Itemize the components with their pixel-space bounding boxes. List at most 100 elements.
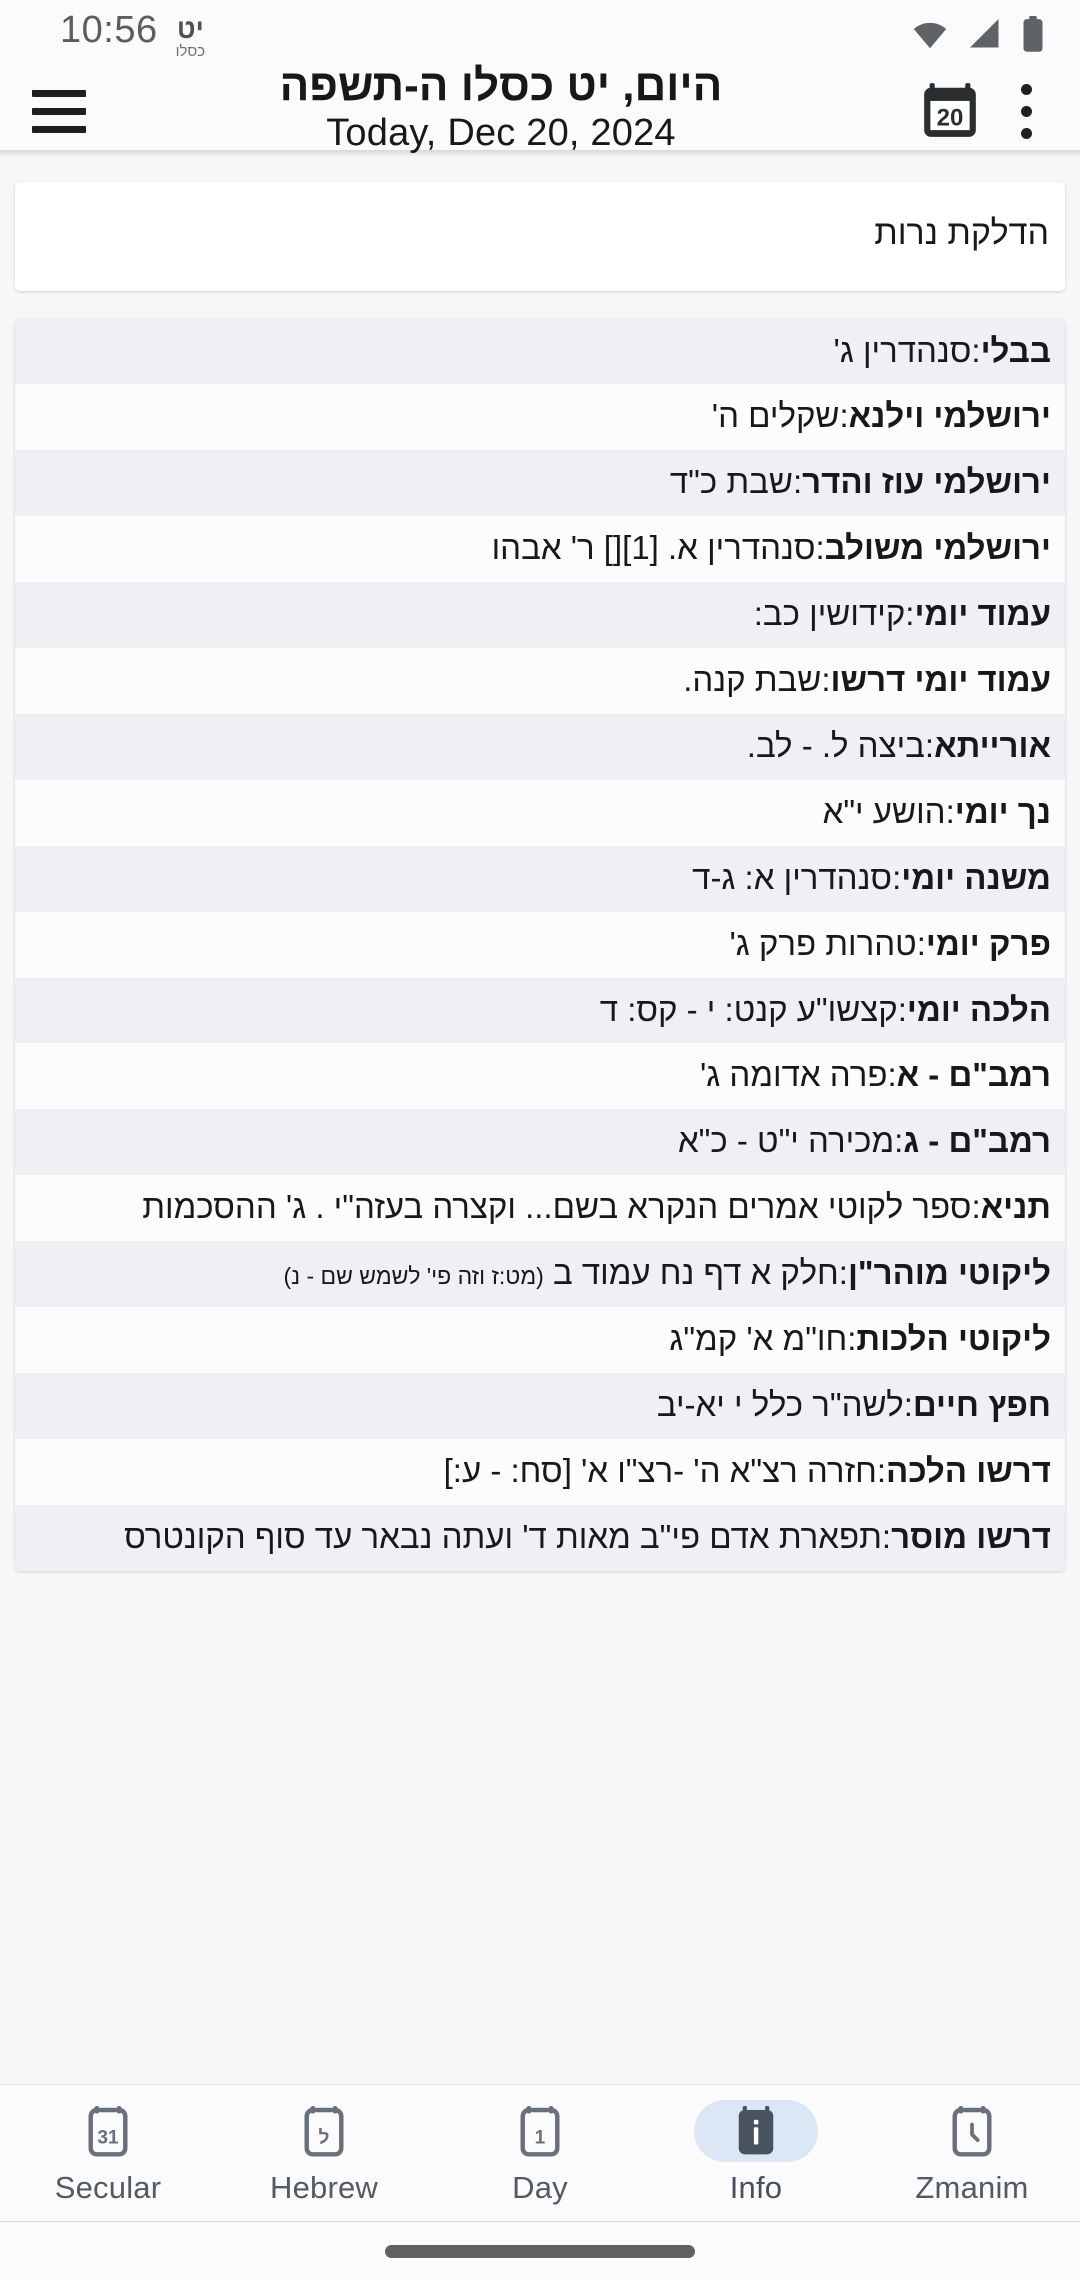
bottom-nav-label: Secular: [54, 2170, 162, 2205]
study-list-row[interactable]: תניא:ספר לקוטי אמרים הנקרא בשם... וקצרה …: [15, 1175, 1065, 1242]
study-row-value: שקלים ה': [711, 397, 840, 435]
study-row-label: ירושלמי משולב: [824, 529, 1051, 567]
study-row-value: לשה"ר כלל י יא-יב: [656, 1386, 904, 1423]
study-row-value: שבת כ"ד: [669, 463, 793, 501]
bottom-nav-item-zmanim[interactable]: Zmanim: [864, 2085, 1080, 2221]
study-row-label: בבלי: [980, 331, 1051, 369]
home-indicator: [0, 2222, 1080, 2280]
study-row-label: רמב"ם - ג: [903, 1122, 1051, 1160]
study-row-value: שבת קנה.: [683, 661, 822, 699]
svg-text:1: 1: [535, 2128, 546, 2149]
bottom-nav-label: Day: [512, 2170, 568, 2205]
study-row-value: מכירה י"ט - כ"א: [677, 1122, 895, 1160]
status-bar-left: 10:56 יט כסלו: [60, 9, 205, 63]
bottom-nav-item-info[interactable]: Info: [648, 2085, 864, 2221]
study-row-value: חלק א דף נח עמוד ב: [543, 1254, 839, 1292]
study-list-row[interactable]: משנה יומי:סנהדרין א: ג-ד: [15, 845, 1065, 912]
study-row-label: רמב"ם - א: [896, 1056, 1051, 1094]
calendar-clock-icon: [910, 2100, 1034, 2162]
study-row-label: ירושלמי עוז והדר: [802, 463, 1051, 501]
status-clock: 10:56: [60, 9, 158, 51]
battery-icon: [1020, 15, 1046, 58]
study-list-row[interactable]: עמוד יומי:קידושין כב:: [15, 582, 1065, 649]
calendar-icon-day-number: 20: [937, 104, 964, 131]
calendar-hebrew-icon: ל: [262, 2100, 386, 2162]
study-row-value: חו"מ א' קמ"ג: [669, 1320, 848, 1358]
study-row-value: טהרות פרק ג': [729, 924, 917, 962]
calendar-info-icon: [694, 2100, 818, 2162]
candle-lighting-card[interactable]: הדלקת נרות: [15, 182, 1065, 291]
bottom-nav-label: Hebrew: [269, 2170, 379, 2205]
study-row-value: סנהדרין ג': [833, 331, 972, 369]
bottom-nav-label: Info: [729, 2170, 783, 2205]
study-list-row[interactable]: חפץ חיים:לשה"ר כלל י יא-יב: [15, 1373, 1065, 1439]
bottom-nav-label: Zmanim: [915, 2170, 1029, 2205]
study-list-row[interactable]: אורייתא:ביצה ל. - לב.: [15, 713, 1065, 780]
study-list-row[interactable]: דרשו הלכה:חזרה רצ"א ה' -רצ"ו א' [סח: - ע…: [15, 1438, 1065, 1505]
bottom-navigation-bar: 31 Secular ל Hebrew 1 Day Info Zmanim: [0, 2084, 1080, 2222]
study-row-value: פרה אדומה ג': [700, 1056, 888, 1094]
study-row-value: ספר לקוטי אמרים הנקרא בשם... וקצרה בעזה"…: [142, 1188, 972, 1226]
study-list-row[interactable]: דרשו מוסר:תפארת אדם פי"ב מאות ד' ועתה נב…: [15, 1504, 1065, 1571]
study-list-row[interactable]: ליקוטי מוהר"ן:חלק א דף נח עמוד ב (מט:ז ו…: [15, 1241, 1065, 1308]
study-list-row[interactable]: פרק יומי:טהרות פרק ג': [15, 911, 1065, 978]
study-row-label: דרשו מוסר: [891, 1517, 1051, 1555]
svg-text:ל: ל: [319, 2128, 330, 2149]
study-list-row[interactable]: בבלי:סנהדרין ג': [15, 318, 1065, 385]
bottom-nav-item-hebrew[interactable]: ל Hebrew: [216, 2085, 432, 2221]
study-row-value: סנהדרין א: ג-ד: [692, 858, 893, 896]
app-bar-titles: היום, יט כסלו ה-תשפה Today, Dec 20, 2024: [90, 63, 912, 154]
study-row-value: חזרה רצ"א ה' -רצ"ו א' [סח: - ע:]: [443, 1451, 877, 1489]
study-row-label: ליקוטי הלכות: [856, 1320, 1051, 1358]
study-list-row[interactable]: רמב"ם - א:פרה אדומה ג': [15, 1043, 1065, 1110]
study-list-row[interactable]: עמוד יומי דרשו:שבת קנה.: [15, 648, 1065, 714]
status-hebrew-day: יט: [177, 14, 204, 44]
app-bar-actions: 20: [912, 73, 1054, 149]
study-row-label: ירושלמי וילנא: [848, 397, 1051, 435]
candle-lighting-text: הדלקת נרות: [874, 214, 1049, 252]
bottom-nav-item-secular[interactable]: 31 Secular: [0, 2085, 216, 2221]
bottom-nav-item-day[interactable]: 1 Day: [432, 2085, 648, 2221]
study-row-label: נך יומי: [954, 792, 1051, 830]
study-row-label: הלכה יומי: [906, 990, 1051, 1028]
study-row-note: (מט:ז וזה פי' לשמש שם - נ): [283, 1263, 544, 1290]
study-row-label: משנה יומי: [901, 858, 1051, 896]
study-row-label: עמוד יומי: [914, 595, 1051, 633]
calendar-31-icon: 31: [46, 2100, 170, 2162]
calendar-today-icon[interactable]: 20: [912, 73, 988, 149]
study-row-label: פרק יומי: [925, 924, 1051, 962]
study-row-label: תניא: [980, 1188, 1051, 1226]
study-list-row[interactable]: ליקוטי הלכות:חו"מ א' קמ"ג: [15, 1307, 1065, 1373]
study-row-label: חפץ חיים: [912, 1386, 1051, 1423]
study-list-row[interactable]: ירושלמי וילנא:שקלים ה': [15, 384, 1065, 451]
calendar-1-icon: 1: [478, 2100, 602, 2162]
hamburger-menu-icon[interactable]: [28, 80, 90, 142]
study-list-row[interactable]: ירושלמי עוז והדר:שבת כ"ד: [15, 450, 1065, 517]
study-list-row[interactable]: הלכה יומי:קצשו"ע קנט: י - קס: ד: [15, 977, 1065, 1044]
study-row-value: תפארת אדם פי"ב מאות ד' ועתה נבאר עד סוף …: [124, 1517, 882, 1555]
study-row-value: ביצה ל. - לב.: [746, 726, 925, 764]
study-row-label: דרשו הלכה: [886, 1451, 1051, 1489]
study-row-value: סנהדרין א. [1][] ר' אבהו: [491, 529, 816, 567]
study-list-row[interactable]: רמב"ם - ג:מכירה י"ט - כ"א: [15, 1109, 1065, 1176]
home-indicator-bar: [385, 2244, 695, 2258]
more-vertical-icon[interactable]: [998, 73, 1054, 149]
svg-text:31: 31: [97, 2128, 119, 2149]
study-row-value: קידושין כב:: [753, 595, 906, 633]
study-row-label: אורייתא: [934, 726, 1051, 764]
status-bar-right: [910, 15, 1046, 58]
page-title-hebrew: היום, יט כסלו ה-תשפה: [279, 61, 723, 111]
study-row-label: ליקוטי מוהר"ן: [847, 1254, 1051, 1292]
status-hebrew-date: יט כסלו: [175, 14, 206, 60]
study-list-row[interactable]: ירושלמי משולב:סנהדרין א. [1][] ר' אבהו: [15, 516, 1065, 583]
cellular-signal-icon: [966, 16, 1004, 57]
wifi-icon: [910, 16, 950, 57]
daily-study-list-card: בבלי:סנהדרין ג' ירושלמי וילנא:שקלים ה' ירו…: [15, 318, 1065, 1571]
study-row-value: הושע י"א: [822, 792, 946, 830]
app-bar: היום, יט כסלו ה-תשפה Today, Dec 20, 2024…: [0, 63, 1080, 157]
status-hebrew-month: כסלו: [175, 43, 206, 60]
study-row-label: עמוד יומי דרשו: [830, 661, 1051, 699]
content-scroll-area[interactable]: הדלקת נרות בבלי:סנהדרין ג' ירושלמי וילנא:…: [0, 158, 1080, 2152]
study-row-value: קצשו"ע קנט: י - קס: ד: [599, 990, 898, 1028]
study-list-row[interactable]: נך יומי:הושע י"א: [15, 779, 1065, 846]
